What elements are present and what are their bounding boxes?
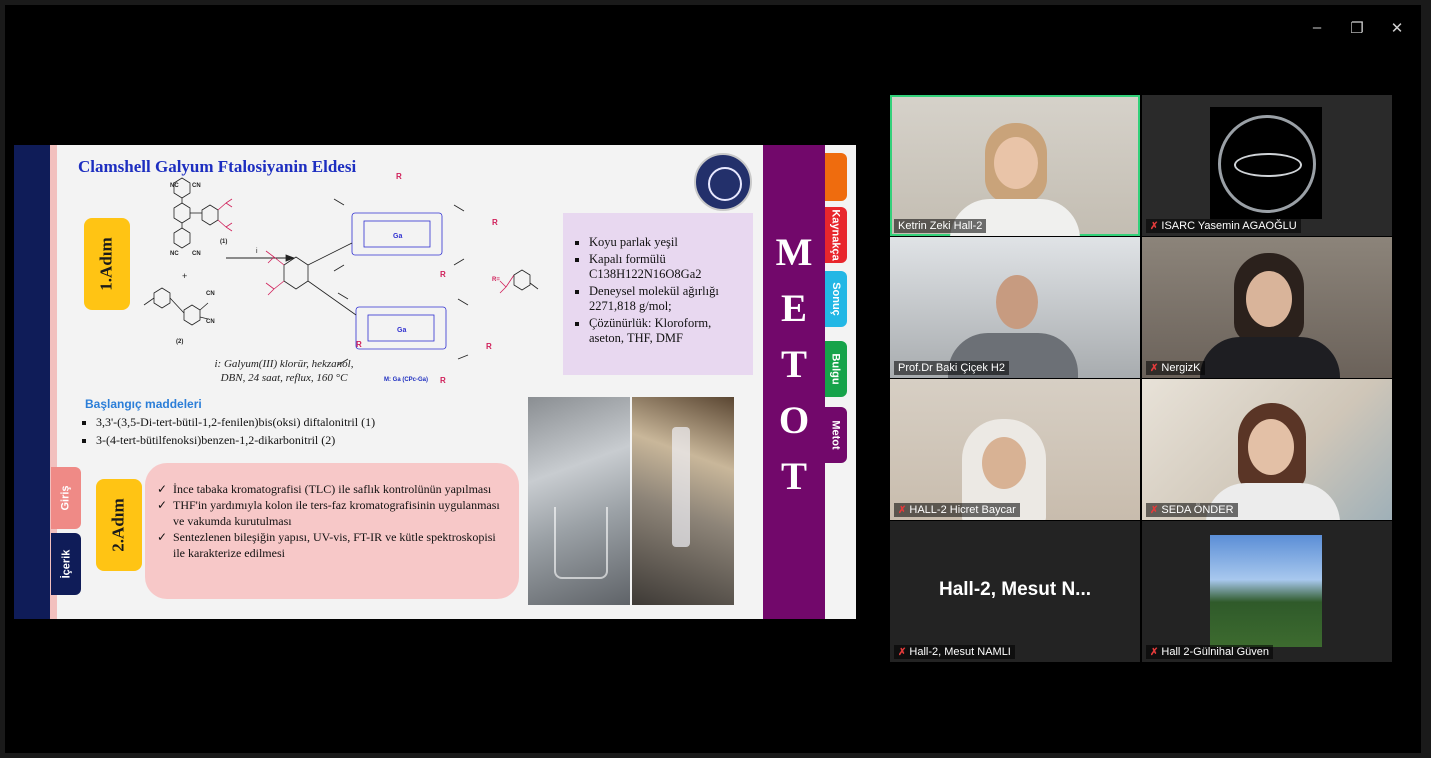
svg-text:CN: CN (206, 319, 215, 325)
video-tile[interactable]: ✗ ISARC Yasemin AGAOĞLU (1142, 95, 1392, 236)
section-letters: M E T O T (775, 231, 813, 498)
mic-muted-icon: ✗ (1150, 221, 1159, 232)
participant-name: Ketrin Zeki Hall-2 (894, 219, 987, 233)
mic-muted-icon: ✗ (1150, 647, 1159, 658)
svg-text:CN: CN (206, 291, 215, 297)
starting-materials-heading: Başlangıç maddeleri (85, 397, 202, 411)
property-item: Deneysel molekül ağırlığı 2271,818 g/mol… (589, 284, 745, 314)
restore-button[interactable]: ❐ (1342, 19, 1372, 37)
lab-photo-column (632, 397, 734, 605)
svg-text:R: R (440, 270, 446, 279)
video-tile[interactable]: ✗ HALL-2 Hicret Baycar (890, 379, 1140, 520)
svg-text:(1): (1) (220, 239, 227, 245)
video-tile[interactable]: Prof.Dr Baki Çiçek H2 (890, 237, 1140, 378)
video-tile[interactable]: ✗ SEDA ÖNDER (1142, 379, 1392, 520)
step2-label: 2.Adım (109, 498, 128, 552)
step2-box: İnce tabaka kromatografisi (TLC) ile saf… (145, 463, 519, 599)
avatar (1210, 535, 1322, 647)
slide-left-band (14, 145, 50, 619)
metal-label: M: Ga (CPc-Ga) (384, 377, 429, 383)
close-button[interactable]: ✕ (1382, 19, 1412, 37)
property-item: Kapalı formülü C138H122N16O8Ga2 (589, 252, 745, 282)
tab-sonuc[interactable]: Sonuç (825, 271, 847, 327)
participant-name: ✗ Hall 2-Gülnihal Güven (1146, 645, 1274, 659)
starting-material-item: 3,3'-(3,5-Di-tert-bütil-1,2-fenilen)bis(… (96, 413, 375, 431)
reaction-conditions: i: Galyum(III) klorür, hekzanol, DBN, 24… (214, 358, 354, 384)
svg-text:+: + (182, 271, 187, 281)
tab-metot[interactable]: Metot (825, 407, 847, 463)
video-tile[interactable]: Hall-2, Mesut N... ✗ Hall-2, Mesut NAMLI (890, 521, 1140, 662)
shared-presentation-slide: Clamshell Galyum Ftalosiyanin Eldesi 1.A… (14, 145, 856, 619)
svg-text:R: R (492, 218, 498, 227)
mic-muted-icon: ✗ (1150, 363, 1159, 374)
minimize-button[interactable]: – (1302, 19, 1332, 36)
isarc-logo (1210, 107, 1322, 219)
participant-name: Prof.Dr Baki Çiçek H2 (894, 361, 1009, 375)
participant-name: ✗ Hall-2, Mesut NAMLI (894, 645, 1015, 659)
properties-box: Koyu parlak yeşil Kapalı formülü C138H12… (563, 213, 753, 375)
starting-materials-list: 3,3'-(3,5-Di-tert-bütil-1,2-fenilen)bis(… (82, 413, 375, 449)
video-tile[interactable]: Ketrin Zeki Hall-2 (890, 95, 1140, 236)
tab-blank[interactable] (825, 153, 847, 201)
mic-muted-icon: ✗ (1150, 505, 1159, 516)
step1-badge: 1.Adım (84, 218, 130, 310)
tab-giris[interactable]: Giriş (51, 467, 81, 529)
svg-text:Ga: Ga (397, 327, 406, 334)
tab-kaynakca[interactable]: Kaynakça (825, 207, 847, 263)
svg-text:i: i (256, 248, 258, 255)
svg-text:R: R (396, 172, 402, 181)
starting-material-item: 3-(4-tert-bütilfenoksi)benzen-1,2-dikarb… (96, 431, 375, 449)
svg-text:CN: CN (192, 251, 201, 257)
participant-name: ✗ HALL-2 Hicret Baycar (894, 503, 1020, 517)
svg-text:R: R (440, 376, 446, 385)
participant-name: ✗ NergizK (1146, 361, 1205, 375)
tab-bulgu[interactable]: Bulgu (825, 341, 847, 397)
step2-badge: 2.Adım (96, 479, 142, 571)
mic-muted-icon: ✗ (898, 647, 907, 658)
step1-label: 1.Adım (97, 237, 116, 291)
participant-name: ✗ SEDA ÖNDER (1146, 503, 1238, 517)
participant-name: ✗ ISARC Yasemin AGAOĞLU (1146, 219, 1301, 233)
svg-text:R: R (356, 340, 362, 349)
svg-text:CN: CN (192, 183, 201, 189)
video-meeting-window: – ❐ ✕ Clamshell Galyum Ftalosiyanin Elde… (5, 5, 1421, 753)
step2-item: Sentezlenen bileşiğin yapısı, UV-vis, FT… (157, 529, 509, 561)
svg-text:R=: R= (492, 277, 500, 283)
svg-text:(2): (2) (176, 339, 183, 345)
tab-icerik[interactable]: İçerik (51, 533, 81, 595)
step2-item: İnce tabaka kromatografisi (TLC) ile saf… (157, 481, 509, 497)
svg-text:NC: NC (170, 251, 179, 257)
property-item: Çözünürlük: Kloroform, aseton, THF, DMF (589, 316, 745, 346)
step2-item: THF'in yardımıyla kolon ile ters-faz kro… (157, 497, 509, 529)
video-tile[interactable]: ✗ NergizK (1142, 237, 1392, 378)
lab-photo-flask (528, 397, 630, 605)
video-tile[interactable]: ✗ Hall 2-Gülnihal Güven (1142, 521, 1392, 662)
svg-text:R: R (486, 342, 492, 351)
mic-muted-icon: ✗ (898, 505, 907, 516)
property-item: Koyu parlak yeşil (589, 235, 745, 250)
svg-text:NC: NC (170, 183, 179, 189)
participant-placeholder-name: Hall-2, Mesut N... (938, 579, 1092, 600)
svg-text:Ga: Ga (393, 233, 402, 240)
university-logo (694, 153, 752, 211)
